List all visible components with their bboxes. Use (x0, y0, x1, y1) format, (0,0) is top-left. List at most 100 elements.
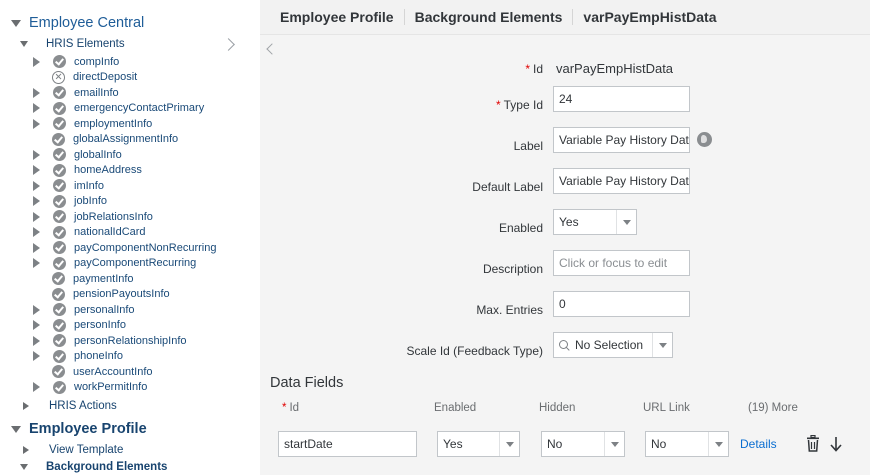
label-input[interactable]: Variable Pay History Data (553, 127, 690, 153)
tree-item[interactable]: workPermitInfo (32, 380, 147, 396)
tree-item[interactable]: userAccountInfo (32, 364, 153, 380)
tree-item[interactable]: pensionPayoutsInfo (32, 287, 170, 303)
breadcrumb-item-employee-profile[interactable]: Employee Profile (280, 9, 394, 25)
tree-item[interactable]: jobInfo (32, 194, 107, 210)
left-tree-panel: Employee Central HRIS Elements compInfo d… (0, 0, 244, 475)
expand-arrow-icon[interactable] (33, 242, 40, 253)
tree-item[interactable]: employmentInfo (32, 116, 152, 132)
tree-item[interactable]: phoneInfo (32, 349, 123, 365)
chevron-right-icon (23, 402, 29, 410)
column-header-enabled: Enabled (434, 402, 477, 414)
tree-node-background-elements[interactable]: Background Elements (20, 461, 167, 473)
expand-arrow-icon[interactable] (33, 351, 40, 362)
tree-item[interactable]: jobRelationsInfo (32, 209, 153, 225)
details-link[interactable]: Details (740, 437, 777, 451)
breadcrumb-item-current: varPayEmpHistData (583, 9, 717, 25)
expand-arrow-icon[interactable] (33, 304, 40, 315)
tree-item[interactable]: emailInfo (32, 85, 119, 101)
column-label: Id (289, 402, 300, 414)
tree-item-label: workPermitInfo (74, 381, 148, 394)
section-title: Employee Profile (29, 421, 147, 437)
trash-icon[interactable] (806, 435, 820, 452)
tree-item[interactable]: emergencyContactPrimary (32, 101, 204, 117)
expand-arrow-icon[interactable] (33, 335, 40, 346)
type-id-input[interactable]: 24 (553, 86, 690, 112)
tree-item[interactable]: homeAddress (32, 163, 142, 179)
data-field-url-link-select[interactable]: No (645, 431, 729, 457)
tree-item[interactable]: imInfo (32, 178, 104, 194)
tree-item[interactable]: paymentInfo (32, 271, 134, 287)
tree-item-label: jobInfo (74, 195, 108, 208)
breadcrumb-separator (403, 9, 405, 25)
description-label: Description (482, 262, 543, 276)
id-value: varPayEmpHistData (556, 61, 674, 76)
description-input[interactable]: Click or focus to edit (553, 250, 690, 276)
data-field-id-input[interactable]: startDate (278, 431, 417, 457)
tree-item[interactable]: globalAssignmentInfo (32, 132, 178, 148)
tree-item[interactable]: personInfo (32, 318, 126, 334)
section-employee-profile[interactable]: Employee Profile (11, 421, 147, 437)
expand-arrow-icon[interactable] (33, 165, 40, 176)
expand-arrow-icon[interactable] (33, 320, 40, 331)
tree-item[interactable]: personalInfo (32, 302, 135, 318)
chevron-down-icon (11, 19, 21, 27)
expand-arrow-icon[interactable] (33, 56, 40, 67)
expand-arrow-icon[interactable] (33, 180, 40, 191)
tree-item[interactable]: payComponentNonRecurring (32, 240, 216, 256)
default-label-input[interactable]: Variable Pay History Data (553, 168, 690, 194)
expand-arrow-icon[interactable] (33, 196, 40, 207)
tree-item[interactable]: globalInfo (32, 147, 122, 163)
expand-arrow-icon[interactable] (33, 87, 40, 98)
tree-node-hris-actions[interactable]: HRIS Actions (20, 400, 117, 412)
check-circle-icon (53, 256, 66, 270)
required-marker: * (282, 402, 287, 414)
section-employee-central[interactable]: Employee Central (11, 15, 144, 31)
expand-arrow-icon[interactable] (33, 149, 40, 160)
check-circle-icon (53, 194, 66, 208)
tree-item-label: emailInfo (74, 86, 119, 99)
tree-item-label: homeAddress (74, 164, 142, 177)
breadcrumb-item-background-elements[interactable]: Background Elements (415, 9, 563, 25)
check-circle-icon (53, 179, 66, 193)
more-columns-link[interactable]: (19) More (748, 402, 798, 414)
data-field-enabled-select[interactable]: Yes (437, 431, 520, 457)
tree-item[interactable]: directDeposit (32, 70, 137, 86)
tree-item[interactable]: nationalIdCard (32, 225, 146, 241)
check-circle-icon (52, 365, 65, 379)
type-id-label: * Type Id (496, 98, 543, 112)
section-title: Employee Central (29, 15, 145, 31)
max-entries-input[interactable]: 0 (553, 291, 690, 317)
tree-node-label: HRIS Elements (46, 38, 125, 50)
chevron-down-icon (20, 464, 28, 470)
tree-item-label: globalInfo (74, 148, 122, 161)
tree-node-label: Background Elements (46, 461, 168, 473)
field-label: Id (532, 62, 543, 76)
tree-item[interactable]: personRelationshipInfo (32, 333, 187, 349)
select-value: Yes (443, 437, 463, 451)
field-label: Type Id (503, 98, 543, 112)
expand-arrow-icon[interactable] (33, 382, 40, 393)
data-field-hidden-select[interactable]: No (541, 431, 625, 457)
check-circle-icon (53, 349, 66, 363)
enabled-select[interactable]: Yes (553, 209, 637, 235)
column-header-url-link: URL Link (643, 402, 690, 414)
tree-node-hris-elements[interactable]: HRIS Elements (20, 38, 125, 50)
chevron-down-icon (20, 41, 28, 47)
globe-icon[interactable] (697, 132, 712, 147)
expand-arrow-icon[interactable] (33, 103, 40, 114)
expand-arrow-icon[interactable] (33, 211, 40, 222)
required-marker: * (495, 98, 501, 112)
scale-id-select[interactable]: No Selection (553, 332, 673, 358)
arrow-down-icon[interactable] (829, 436, 843, 452)
breadcrumb: Employee Profile Background Elements var… (260, 0, 870, 35)
tree-node-view-template[interactable]: View Template (20, 444, 123, 456)
check-circle-icon (52, 272, 65, 286)
chevron-right-icon[interactable] (222, 38, 235, 51)
expand-arrow-icon[interactable] (33, 118, 40, 129)
tree-item[interactable]: compInfo (32, 54, 119, 70)
tree-item[interactable]: payComponentRecurring (32, 256, 196, 272)
expand-arrow-icon[interactable] (33, 258, 40, 269)
expand-arrow-icon[interactable] (33, 227, 40, 238)
